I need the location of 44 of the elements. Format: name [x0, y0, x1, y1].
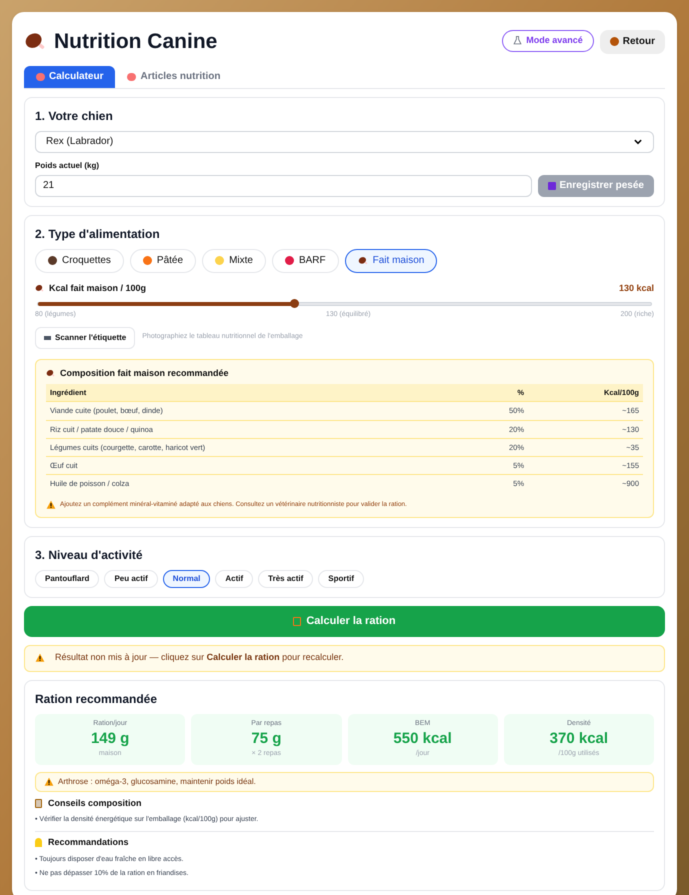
- weight-input[interactable]: 21: [35, 174, 532, 196]
- field-label: Poids actuel (kg): [35, 160, 100, 172]
- tab[interactable]: Articles nutrition: [115, 66, 232, 88]
- activity-chip[interactable]: Actif: [215, 570, 254, 588]
- section-title: Ration recommandée: [35, 690, 158, 708]
- food-type-chip[interactable]: Fait maison: [344, 248, 438, 272]
- health-alert-text: Arthrose : oméga-3, glucosamine, maintenir poids idéal.: [58, 776, 256, 788]
- stat-value: 149 g: [90, 729, 130, 749]
- meat-icon: [35, 284, 44, 293]
- warning-icon: [44, 776, 54, 786]
- food-type-chip[interactable]: BARF: [272, 248, 339, 272]
- flask-icon: [513, 36, 522, 46]
- activity-chip[interactable]: Normal: [162, 570, 210, 588]
- back-button[interactable]: Retour: [600, 30, 665, 54]
- subsection-title: Conseils composition: [48, 796, 142, 810]
- chevron-down-icon: [633, 136, 643, 146]
- tab[interactable]: Calculateur: [24, 66, 116, 88]
- activity-chip[interactable]: Très actif: [258, 570, 314, 588]
- scan-label-button[interactable]: Scanner l'étiquette: [35, 326, 136, 348]
- meat-icon: [358, 256, 368, 266]
- stat-value: 370 kcal: [550, 729, 608, 749]
- warning-icon: [35, 653, 45, 663]
- subsection-title: Recommandations: [48, 836, 129, 849]
- stale-result-message: Résultat non mis à jour — cliquez sur Calculer la ration pour recalculer.: [55, 651, 344, 664]
- activity-chip[interactable]: Peu actif: [104, 570, 158, 588]
- stat-value: 75 g: [251, 729, 282, 749]
- app-title: Nutrition Canine: [54, 29, 218, 55]
- activity-chip[interactable]: Pantouflard: [35, 570, 100, 588]
- section-title: 1. Votre chien: [35, 108, 114, 124]
- section-title: 3. Niveau d'activité: [35, 546, 144, 564]
- advanced-mode-button[interactable]: Mode avancé: [502, 30, 594, 52]
- stat-value: 550 kcal: [393, 729, 452, 749]
- warning-icon: [46, 500, 56, 510]
- meat-icon: [46, 368, 55, 378]
- composition-title: Composition fait maison recommandée: [60, 366, 229, 380]
- slider-label: Kcal fait maison / 100g: [49, 282, 146, 295]
- section-title: 2. Type d'alimentation: [35, 226, 161, 242]
- food-type-chip[interactable]: Croquettes: [35, 248, 124, 272]
- dog-select[interactable]: Rex (Labrador): [35, 130, 654, 152]
- slider-reading: 130 kcal: [618, 282, 654, 294]
- slider-thumb[interactable]: [290, 299, 299, 308]
- food-type-chip[interactable]: Mixte: [202, 248, 266, 272]
- food-type-chip[interactable]: Pâtée: [130, 248, 196, 272]
- activity-chip[interactable]: Sportif: [318, 570, 364, 588]
